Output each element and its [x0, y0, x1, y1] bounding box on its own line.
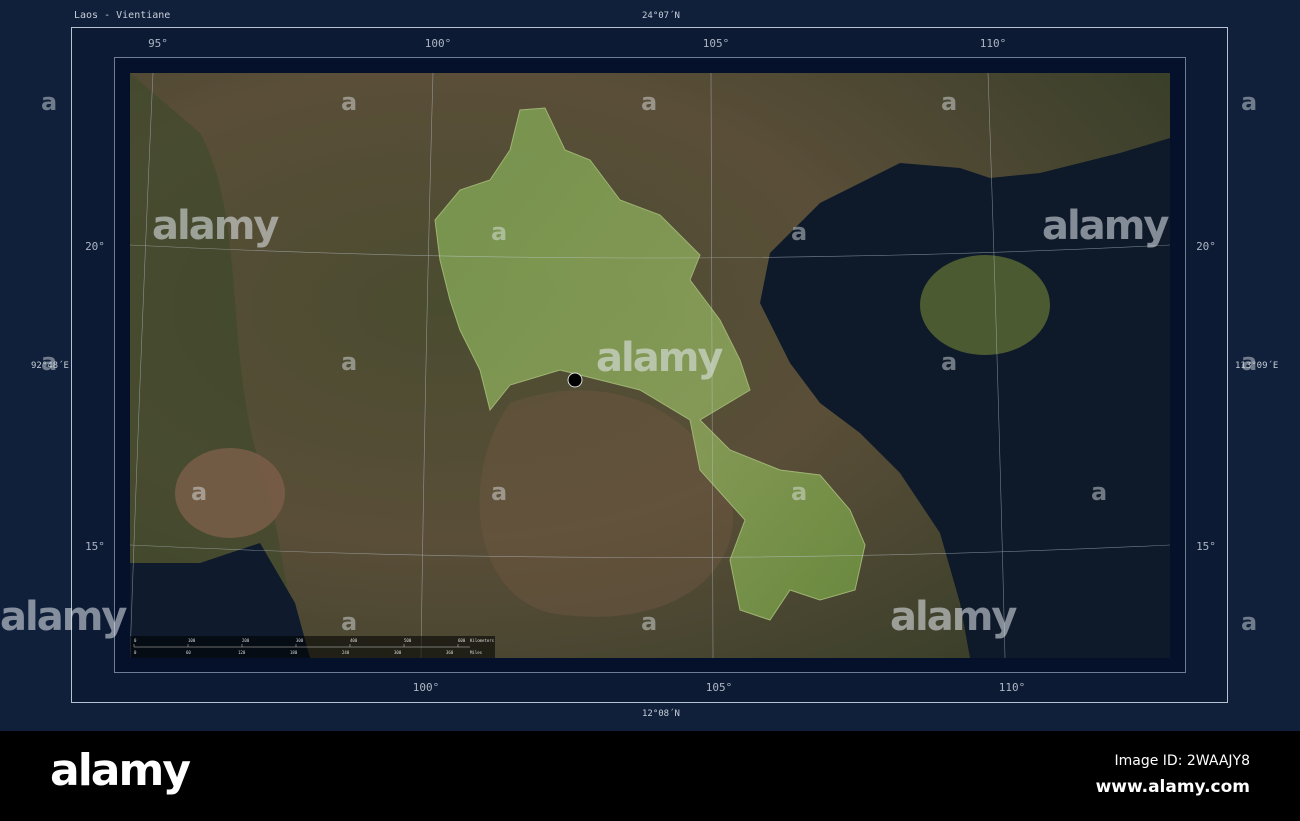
watermark-glyph: a [41, 88, 58, 116]
watermark-glyph: a [491, 218, 508, 246]
image-id: Image ID: 2WAAJY8 [1114, 753, 1251, 769]
lon-label-top: 110° [979, 37, 1007, 50]
lon-label-bottom: 110° [998, 681, 1026, 694]
scale-km-unit: Kilometers [470, 638, 495, 643]
lon-label-top: 95° [148, 37, 168, 50]
scale-km-tick: 500 [404, 638, 412, 643]
vientiane-marker [567, 372, 583, 388]
watermark-glyph: a [191, 478, 208, 506]
lat-label-right: 20° [1196, 240, 1216, 253]
lon-label-bottom: 100° [412, 681, 440, 694]
scale-mi-unit: Miles [470, 650, 483, 655]
alamy-logo: alamy [50, 745, 191, 796]
lon-label-bottom: 105° [705, 681, 733, 694]
watermark-glyph: a [341, 348, 358, 376]
coord-left: 92°48´E [31, 361, 69, 371]
scale-mi-tick: 240 [342, 650, 350, 655]
watermark: alamy [1042, 203, 1169, 249]
watermark-glyph: a [941, 88, 958, 116]
watermark: alamy [890, 594, 1017, 640]
watermark-glyph: a [941, 348, 958, 376]
scale-bar: 0 100 200 300 400 500 6000 60 120 180 240 300 360Kil… [130, 636, 495, 658]
scale-mi-tick: 120 [238, 650, 246, 655]
watermark-glyph: a [1091, 478, 1108, 506]
watermark-glyph: a [791, 218, 808, 246]
coord-top: 24°07´N [642, 11, 680, 21]
coord-right: 113°09´E [1235, 361, 1279, 371]
watermark-glyph: a [1241, 608, 1258, 636]
scale-km-tick: 300 [296, 638, 304, 643]
map-title: Laos - Vientiane [74, 10, 171, 21]
map-figure: Laos - Vientiane 24°07´N 12°08´N 92°48´E… [0, 0, 1300, 821]
lat-label-left: 20° [85, 240, 105, 253]
scale-mi-tick: 300 [394, 650, 402, 655]
watermark: alamy [152, 203, 279, 249]
watermark: alamy [596, 335, 723, 381]
watermark-glyph: a [341, 608, 358, 636]
watermark: alamy [0, 594, 127, 640]
coord-bottom: 12°08´N [642, 709, 680, 719]
lat-label-right: 15° [1196, 540, 1216, 553]
scale-mi-tick: 180 [290, 650, 298, 655]
scale-km-tick: 400 [350, 638, 358, 643]
scale-km-tick: 600 [458, 638, 466, 643]
scale-mi-tick: 360 [446, 650, 454, 655]
scale-km-tick: 200 [242, 638, 250, 643]
watermark-glyph: a [341, 88, 358, 116]
watermark-glyph: a [1241, 88, 1258, 116]
lon-label-top: 105° [702, 37, 730, 50]
hainan-island [920, 255, 1050, 355]
watermark-glyph: a [641, 88, 658, 116]
scale-km-tick: 100 [188, 638, 196, 643]
footer: alamy Image ID: 2WAAJY8 www.alamy.com [0, 731, 1300, 821]
lat-label-left: 15° [85, 540, 105, 553]
watermark-glyph: a [491, 478, 508, 506]
lon-label-top: 100° [424, 37, 452, 50]
scale-mi-tick: 60 [186, 650, 191, 655]
watermark-glyph: a [641, 608, 658, 636]
watermark-glyph: a [791, 478, 808, 506]
alamy-url: www.alamy.com [1095, 777, 1250, 797]
